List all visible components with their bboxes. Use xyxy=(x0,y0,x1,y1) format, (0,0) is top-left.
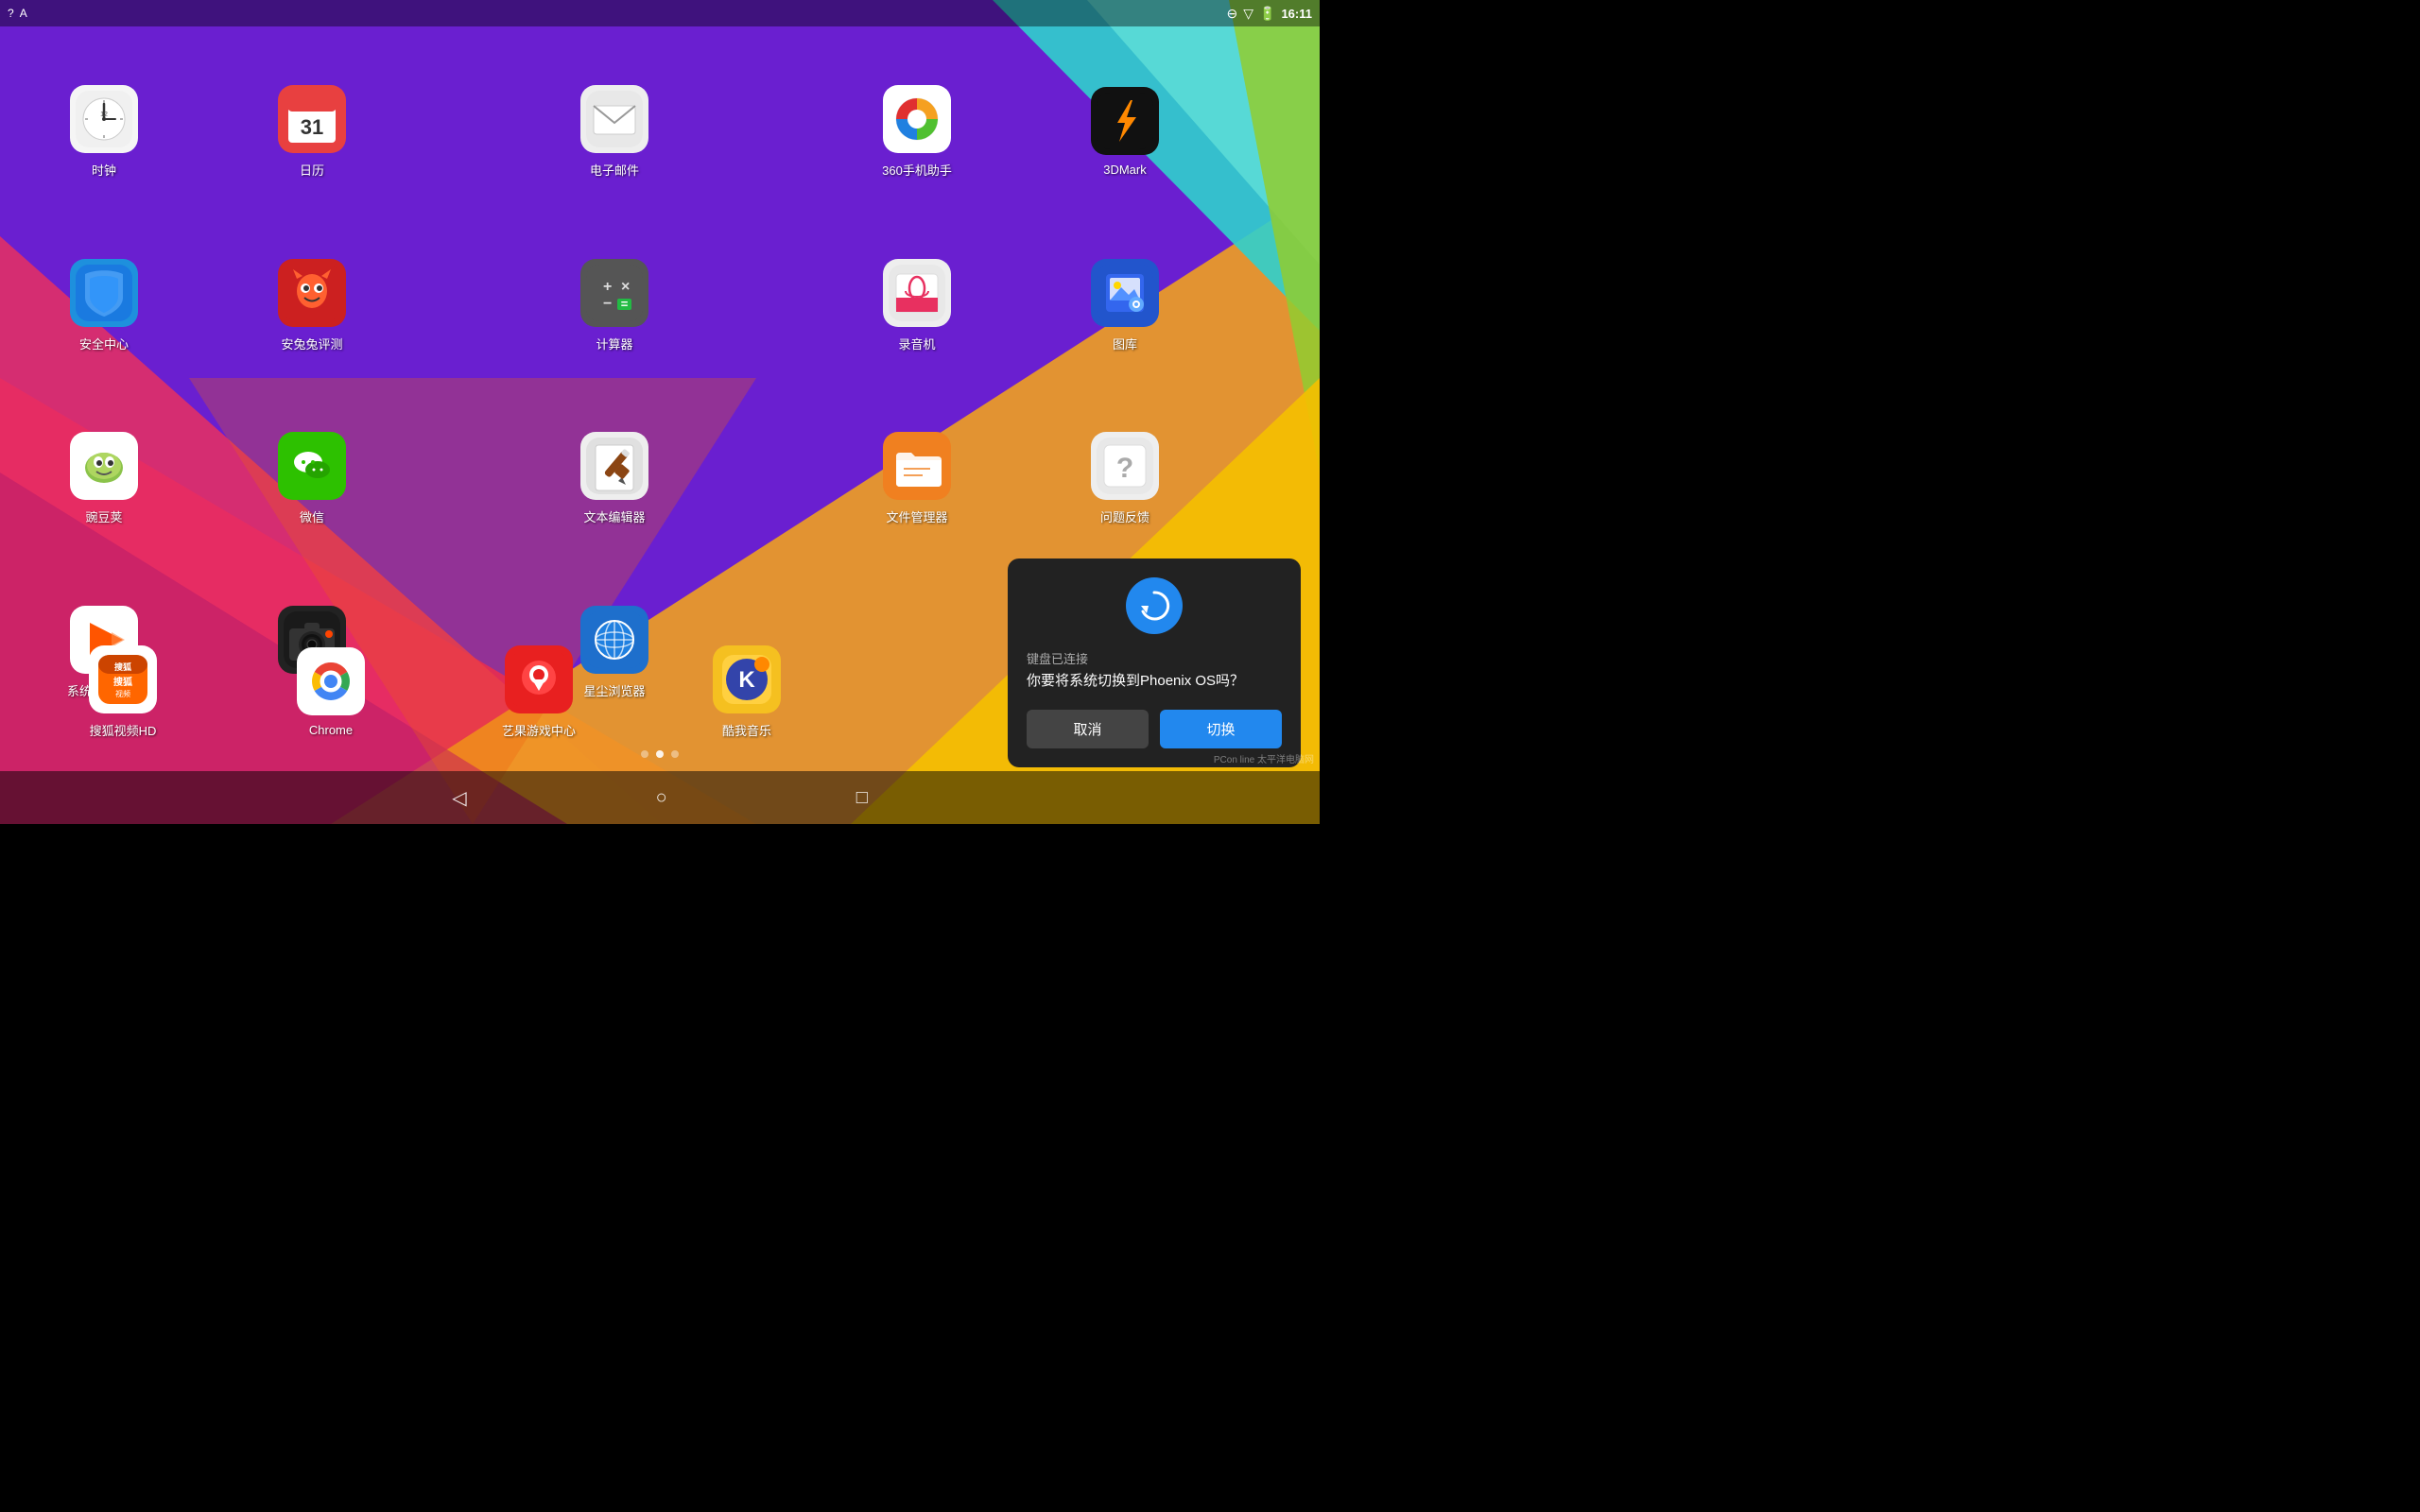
svg-text:搜狐: 搜狐 xyxy=(113,676,132,688)
dialog-confirm-button[interactable]: 切换 xyxy=(1160,710,1282,748)
calendar-label: 日历 xyxy=(300,161,324,179)
wechat-icon xyxy=(278,432,346,500)
app-email[interactable]: 电子邮件 xyxy=(567,85,662,179)
status-bar: ? A ⊖ ▽ 🔋 16:11 xyxy=(0,0,1320,26)
app-faq[interactable]: ? 问题反馈 xyxy=(1078,432,1172,525)
faq-label: 问题反馈 xyxy=(1100,507,1150,525)
app-clock[interactable]: 12 时钟 xyxy=(57,85,151,179)
svg-text:31: 31 xyxy=(301,115,323,139)
gamecenter-icon xyxy=(505,645,573,713)
svg-text:−: − xyxy=(603,296,612,312)
dot-1 xyxy=(641,750,648,758)
svg-text:搜狐: 搜狐 xyxy=(114,662,131,672)
dot-3 xyxy=(671,750,679,758)
antutu-icon xyxy=(278,259,346,327)
signal-icon: ▽ xyxy=(1243,6,1253,22)
app-gallery[interactable]: 图库 xyxy=(1078,259,1172,352)
svg-text:视频: 视频 xyxy=(115,689,130,698)
calculator-label: 计算器 xyxy=(596,335,632,352)
app-texteditor[interactable]: 文本编辑器 xyxy=(567,432,662,525)
app-calendar[interactable]: 31 日历 xyxy=(265,85,359,179)
battery-icon: ⊖ xyxy=(1227,6,1238,22)
dialog-app-icon xyxy=(1126,577,1183,634)
battery-full-icon: 🔋 xyxy=(1259,6,1275,22)
app-wechat[interactable]: 微信 xyxy=(265,432,359,525)
filemanager-icon xyxy=(883,432,951,500)
svg-text:12: 12 xyxy=(100,112,108,118)
wandoujia-icon xyxy=(70,432,138,500)
svg-text:=: = xyxy=(621,297,629,311)
dialog-message: 你要将系统切换到Phoenix OS吗？ xyxy=(1027,671,1282,691)
svg-text:?: ? xyxy=(1116,453,1133,484)
dialog-icon-row xyxy=(1027,577,1282,634)
clock-icon: 12 xyxy=(70,85,138,153)
dialog-phoenix-switch: 键盘已连接 你要将系统切换到Phoenix OS吗？ 取消 切换 xyxy=(1008,558,1301,767)
texteditor-label: 文本编辑器 xyxy=(583,507,645,525)
app-3dmark[interactable]: 3DMark xyxy=(1078,87,1172,177)
app-calculator[interactable]: + × − = 计算器 xyxy=(567,259,662,352)
360-label: 360手机助手 xyxy=(882,161,952,179)
sohu-icon: 搜狐 视频 搜狐 xyxy=(89,645,157,713)
calculator-icon: + × − = xyxy=(580,259,648,327)
gamecenter-label: 艺果游戏中心 xyxy=(502,721,576,739)
wandoujia-label: 豌豆荚 xyxy=(85,507,122,525)
page-dots xyxy=(641,750,679,758)
app-security[interactable]: 安全中心 xyxy=(57,259,151,352)
status-left-icons: ? A xyxy=(8,7,27,20)
svg-text:+: + xyxy=(603,279,612,295)
3dmark-label: 3DMark xyxy=(1103,163,1147,177)
question-icon: ? xyxy=(8,7,14,20)
app-chrome[interactable]: Chrome xyxy=(284,647,378,737)
security-label: 安全中心 xyxy=(79,335,129,352)
email-label: 电子邮件 xyxy=(590,161,639,179)
texteditor-icon xyxy=(580,432,648,500)
app-filemanager[interactable]: 文件管理器 xyxy=(870,432,964,525)
clock-display: 16:11 xyxy=(1281,7,1312,21)
security-icon xyxy=(70,259,138,327)
dialog-buttons: 取消 切换 xyxy=(1027,710,1282,748)
clock-label: 时钟 xyxy=(92,161,116,179)
360-icon xyxy=(883,85,951,153)
recent-button[interactable]: □ xyxy=(856,787,868,809)
dot-2-active xyxy=(656,750,664,758)
svg-text:×: × xyxy=(621,279,630,295)
nav-bar: ◁ ○ □ xyxy=(0,771,1320,824)
dialog-title: 键盘已连接 xyxy=(1027,649,1282,667)
recorder-icon xyxy=(883,259,951,327)
antutu-label: 安兔兔评测 xyxy=(281,335,342,352)
app-recorder[interactable]: 录音机 xyxy=(870,259,964,352)
app-sohu[interactable]: 搜狐 视频 搜狐 搜狐视频HD xyxy=(76,645,170,739)
status-right-icons: ⊖ ▽ 🔋 16:11 xyxy=(1227,6,1313,22)
a-icon: A xyxy=(20,7,27,20)
calendar-icon: 31 xyxy=(278,85,346,153)
app-360[interactable]: 360手机助手 xyxy=(870,85,964,179)
chrome-icon xyxy=(297,647,365,715)
dialog-cancel-button[interactable]: 取消 xyxy=(1027,710,1149,748)
app-antutu[interactable]: 安兔兔评测 xyxy=(265,259,359,352)
home-button[interactable]: ○ xyxy=(656,787,667,809)
3dmark-icon xyxy=(1091,87,1159,155)
email-icon xyxy=(580,85,648,153)
wechat-label: 微信 xyxy=(300,507,324,525)
gallery-label: 图库 xyxy=(1113,335,1137,352)
music-icon: K xyxy=(713,645,781,713)
faq-icon: ? xyxy=(1091,432,1159,500)
recorder-label: 录音机 xyxy=(898,335,935,352)
back-button[interactable]: ◁ xyxy=(452,786,466,810)
svg-text:K: K xyxy=(738,667,755,693)
gallery-icon xyxy=(1091,259,1159,327)
music-label: 酷我音乐 xyxy=(722,721,771,739)
app-wandoujia[interactable]: 豌豆荚 xyxy=(57,432,151,525)
watermark: PCon line 太平洋电脑网 xyxy=(1208,749,1320,767)
app-gamecenter[interactable]: 艺果游戏中心 xyxy=(492,645,586,739)
app-music[interactable]: K 酷我音乐 xyxy=(700,645,794,739)
sohu-label: 搜狐视频HD xyxy=(90,721,157,739)
chrome-label: Chrome xyxy=(309,723,353,737)
filemanager-label: 文件管理器 xyxy=(886,507,947,525)
